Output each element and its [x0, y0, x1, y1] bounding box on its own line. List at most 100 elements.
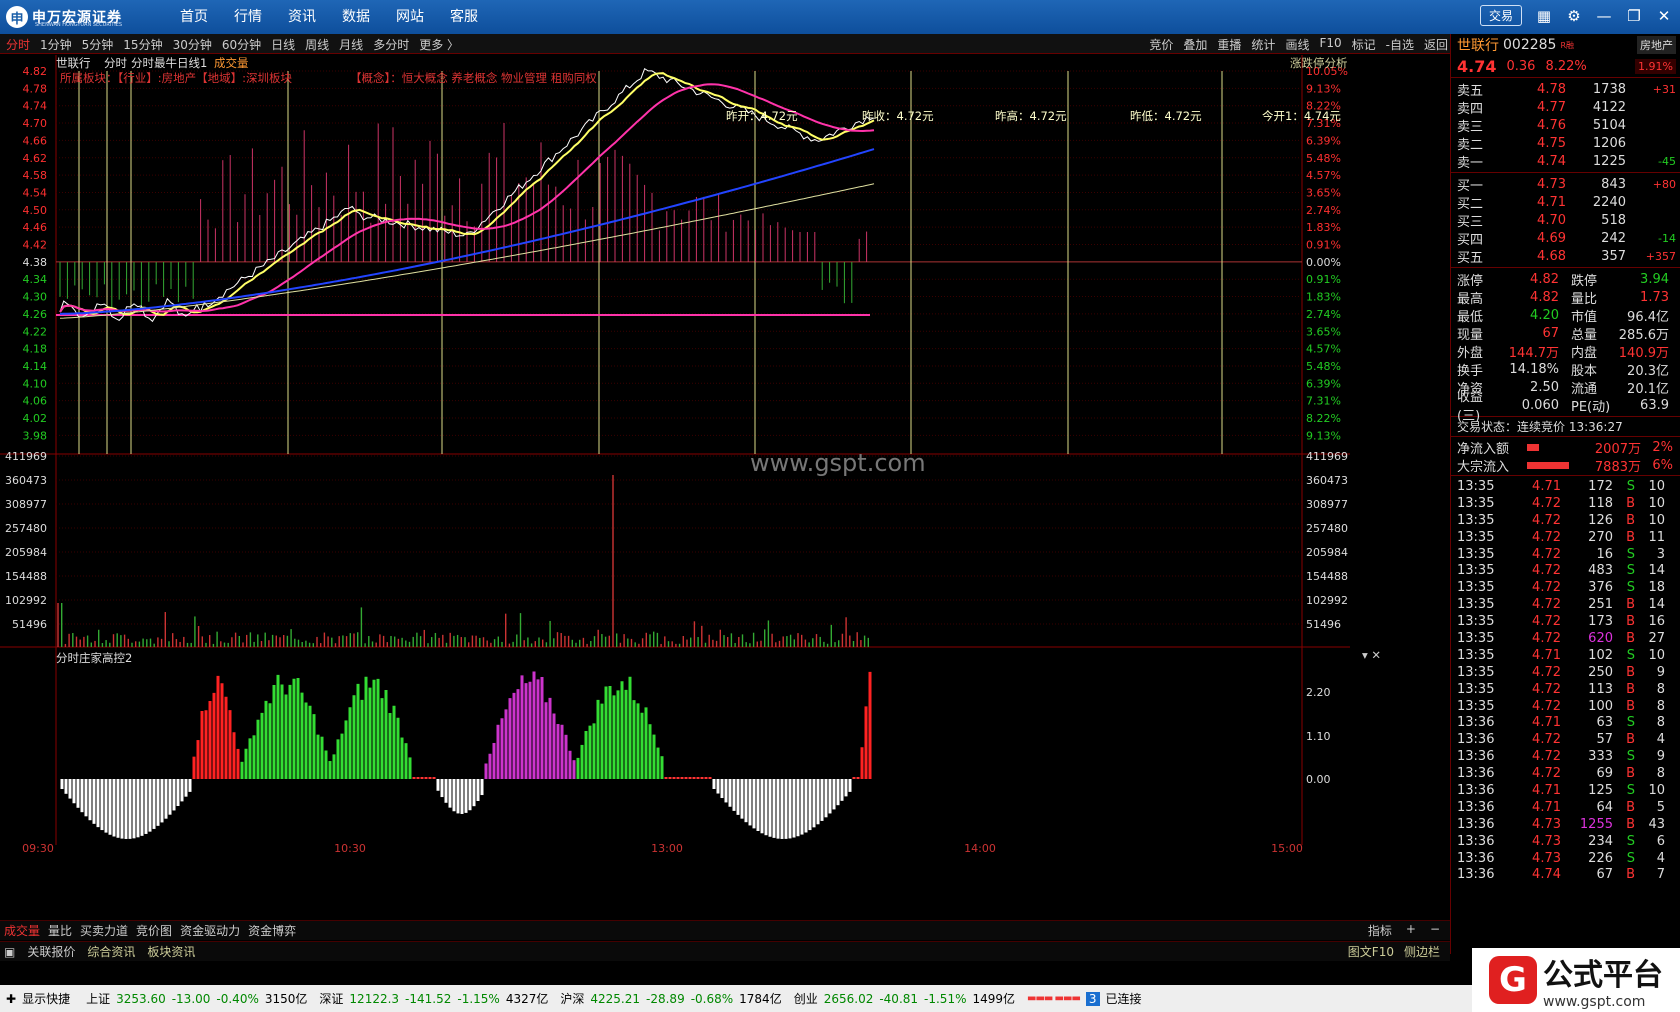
panel-icon[interactable]: ▣: [4, 945, 15, 959]
book-row[interactable]: 卖五 4.78 1738 +31: [1451, 80, 1680, 99]
broker-logo[interactable]: 申 申万宏源证券 SHENWAN HONGYUAN SECURITIES: [6, 5, 122, 29]
tick-volume: 63: [1596, 715, 1613, 731]
period-tab[interactable]: 周线: [305, 36, 329, 53]
stat-label: 涨停: [1457, 273, 1484, 289]
flow-value: 7883万: [1594, 459, 1641, 475]
period-tab[interactable]: 1分钟: [40, 36, 72, 53]
chart-tool[interactable]: 重播: [1217, 36, 1241, 53]
period-tab[interactable]: 分时: [6, 36, 30, 53]
period-tab[interactable]: 5分钟: [82, 36, 114, 53]
stat-value: 3.94: [1640, 271, 1669, 287]
info-link[interactable]: 关联报价: [27, 943, 75, 960]
minimize-icon[interactable]: —: [1596, 7, 1612, 25]
chart-tool[interactable]: 叠加: [1183, 36, 1207, 53]
index-name[interactable]: 沪深: [560, 990, 584, 1007]
indicator-tab[interactable]: 成交量: [4, 922, 40, 939]
nav-item[interactable]: 客服: [450, 0, 478, 34]
book-row[interactable]: 买四 4.69 242 -14: [1451, 229, 1680, 248]
index-name[interactable]: 上证: [86, 990, 110, 1007]
book-row[interactable]: 买一 4.73 843 +80: [1451, 175, 1680, 194]
chart-tool[interactable]: -自选: [1386, 36, 1414, 53]
indicator-tab[interactable]: 资金驱动力: [180, 922, 240, 939]
chart-tool[interactable]: 画线: [1285, 36, 1309, 53]
pct-tick: 7.31%: [1306, 395, 1341, 408]
chart-area[interactable]: 4.82 10.05% 4.78 9.13% 4.74 8.22% 4.70 7.31% 4.6…: [0, 55, 1450, 920]
chart-tool[interactable]: 竞价: [1149, 36, 1173, 53]
chart-tool[interactable]: F10: [1319, 36, 1341, 53]
indicator-tab[interactable]: 买卖力道: [80, 922, 128, 939]
close-icon[interactable]: ✕: [1656, 7, 1672, 25]
shortcut-label[interactable]: 显示快捷: [22, 990, 70, 1007]
period-tab[interactable]: 多分时: [373, 36, 409, 53]
book-row[interactable]: 卖四 4.77 4122: [1451, 98, 1680, 117]
indicator-ctrl[interactable]: −: [1430, 922, 1440, 939]
period-tab[interactable]: 月线: [339, 36, 363, 53]
tick-volume: 376: [1588, 580, 1613, 596]
grid-icon[interactable]: ▦: [1536, 7, 1552, 25]
plus-icon[interactable]: ✚: [6, 992, 16, 1006]
book-row[interactable]: 买三 4.70 518: [1451, 211, 1680, 230]
tick-side: B: [1626, 529, 1635, 545]
index-change: -13.00: [171, 991, 211, 1006]
book-row[interactable]: 卖一 4.74 1225 -45: [1451, 152, 1680, 171]
tick-side: B: [1626, 597, 1635, 613]
tick-row: 13:36 4.71 63 S 8: [1451, 714, 1680, 731]
quote-sector[interactable]: 房地产: [1637, 36, 1676, 54]
indicator-tab[interactable]: 竞价图: [136, 922, 172, 939]
chart-stock-name: 世联行: [56, 56, 91, 70]
indicator-ctrl[interactable]: +: [1406, 922, 1416, 939]
tick-list[interactable]: 13:35 4.71 172 S 10 13:35 4.72 118 B 10 13:35 4.72 1…: [1451, 476, 1680, 883]
book-row[interactable]: 买二 4.71 2240: [1451, 193, 1680, 212]
pct-tick: 0.91%: [1306, 273, 1341, 286]
stat-value: 4.82: [1530, 271, 1559, 287]
index-amount: 3150亿: [264, 992, 308, 1006]
vol-tick-left: 257480: [5, 522, 47, 535]
book-row[interactable]: 卖二 4.75 1206: [1451, 134, 1680, 153]
nav-item[interactable]: 行情: [234, 0, 262, 34]
period-tab[interactable]: 日线: [271, 36, 295, 53]
book-label: 买一: [1457, 178, 1484, 194]
chart-tool[interactable]: 标记: [1352, 36, 1376, 53]
indicator-tab[interactable]: 资金博弈: [248, 922, 296, 939]
book-row[interactable]: 买五 4.68 357 +357: [1451, 247, 1680, 266]
info-link-right[interactable]: 侧边栏: [1404, 943, 1440, 960]
intraday-chart[interactable]: 4.82 10.05%4.78 9.13%4.74 8.22%4.70 7.31%4.6…: [0, 55, 1450, 920]
period-tab[interactable]: 更多 〉: [419, 36, 459, 53]
tick-volume: 100: [1588, 698, 1613, 714]
indicator-controls[interactable]: ▾ ✕: [1362, 648, 1381, 662]
restore-icon[interactable]: ❐: [1626, 7, 1642, 25]
nav-item[interactable]: 网站: [396, 0, 424, 34]
tick-volume: 64: [1596, 799, 1613, 815]
indicator-ctrl[interactable]: 指标: [1368, 922, 1392, 939]
tick-row: 13:35 4.72 118 B 10: [1451, 495, 1680, 512]
tick-time: 13:35: [1457, 681, 1495, 697]
info-link-right[interactable]: 图文F10: [1348, 943, 1394, 960]
gear-icon[interactable]: ⚙: [1566, 7, 1582, 25]
tick-volume: 234: [1588, 833, 1613, 849]
period-tab[interactable]: 15分钟: [123, 36, 162, 53]
nav-item[interactable]: 数据: [342, 0, 370, 34]
index-name[interactable]: 深证: [319, 990, 343, 1007]
nav-item[interactable]: 首页: [180, 0, 208, 34]
chart-tool[interactable]: 返回: [1424, 36, 1448, 53]
chart-tool[interactable]: 统计: [1251, 36, 1275, 53]
vol-tick-right: 102992: [1306, 594, 1348, 607]
book-volume: 5104: [1592, 117, 1626, 133]
vol-tick-right: 154488: [1306, 570, 1348, 583]
indicator-tab[interactable]: 量比: [48, 922, 72, 939]
index-name[interactable]: 创业: [794, 990, 818, 1007]
quote-name: 世联行: [1457, 38, 1499, 54]
info-link[interactable]: 板块资讯: [147, 943, 195, 960]
time-tick: 15:00: [1271, 842, 1303, 855]
zd-analysis-link[interactable]: 涨跌停分析: [1290, 55, 1348, 71]
tick-row: 13:35 4.72 126 B 10: [1451, 512, 1680, 529]
book-row[interactable]: 卖三 4.76 5104: [1451, 116, 1680, 135]
flow-pct: 6%: [1652, 457, 1673, 473]
info-link[interactable]: 综合资讯: [87, 943, 135, 960]
nav-item[interactable]: 资讯: [288, 0, 316, 34]
tick-volume: 620: [1588, 630, 1613, 646]
period-tab[interactable]: 60分钟: [222, 36, 261, 53]
trade-button[interactable]: 交易: [1479, 5, 1522, 26]
book-label: 卖二: [1457, 137, 1484, 153]
period-tab[interactable]: 30分钟: [173, 36, 212, 53]
